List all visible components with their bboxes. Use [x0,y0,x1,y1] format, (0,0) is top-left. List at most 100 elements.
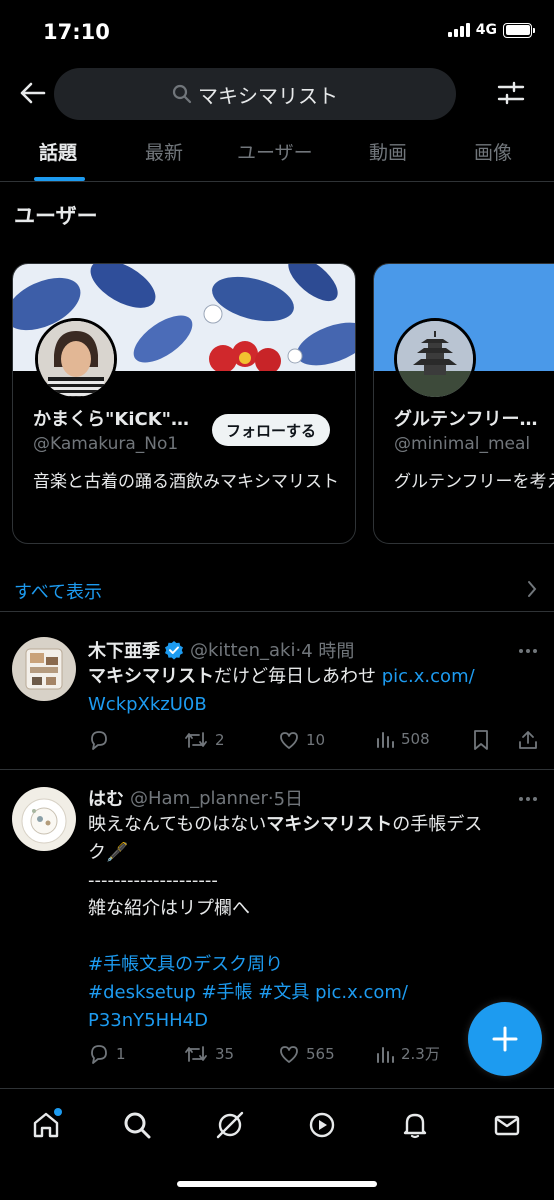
play-circle-icon [309,1112,335,1138]
search-icon [172,84,192,104]
tab-top[interactable]: 話題 [39,138,77,165]
like-button[interactable]: 565 [278,1043,335,1065]
more-options-icon[interactable] [516,645,540,657]
retweet-button[interactable]: 35 [183,1043,234,1065]
more-options-icon[interactable] [516,793,540,805]
search-icon [124,1112,151,1139]
tweet[interactable]: 木下亜季 @kitten_aki · 4 時間 マキシマリストだけど毎日しあわせ… [0,612,554,770]
hashtag-link[interactable]: #手帳文具のデスク周り [88,954,283,975]
sliders-icon [497,81,525,105]
views-button[interactable]: 508 [375,729,430,749]
heart-icon [280,732,298,749]
retweet-count: 35 [215,1045,235,1063]
reply-count: 1 [116,1045,126,1063]
grok-icon [216,1111,244,1139]
notification-dot [54,1108,62,1116]
compose-button[interactable] [468,1002,542,1076]
nav-video[interactable] [304,1107,340,1143]
author-name[interactable]: はむ [88,785,124,811]
tweet-actions: 2 10 508 [88,729,542,755]
nav-home[interactable] [28,1107,64,1143]
nav-search[interactable] [119,1107,155,1143]
avatar[interactable] [12,637,76,701]
search-query: マキシマリスト [198,83,338,108]
author-handle[interactable]: @kitten_aki [190,640,295,661]
user-bio: 音楽と古着の踊る酒飲みマキシマリスト [33,472,339,492]
like-count: 10 [306,731,326,749]
author-handle[interactable]: @Ham_planner [130,788,268,809]
bookmark-button[interactable] [472,729,490,751]
tweet-text-part: -------------------- [88,870,218,891]
heart-icon [280,1046,298,1063]
nav-grok[interactable] [212,1107,248,1143]
back-arrow-icon [20,82,46,104]
view-count: 508 [401,730,430,748]
show-all-users-link[interactable]: すべて表示 [0,566,554,612]
tweet-header: 木下亜季 @kitten_aki · 4 時間 [88,637,354,663]
avatar[interactable] [394,318,476,400]
plus-icon [492,1026,518,1052]
share-button[interactable] [518,729,538,751]
tab-latest[interactable]: 最新 [145,138,183,165]
reply-icon [91,731,107,750]
tweet-text-part: ク🖋️ [88,842,129,863]
avatar[interactable] [35,318,117,400]
retweet-icon [185,732,207,748]
tweet-text-part: の手帳デス [392,814,483,835]
user-bio: グルテンフリーを考えるのが大変に [394,472,554,492]
tweet-text: マキシマリストだけど毎日しあわせ pic.x.com/ WckpXkzU0B [88,663,528,719]
user-handle: @minimal_meal [394,434,531,454]
search-settings-button[interactable] [494,76,528,110]
search-tabs: 話題 最新 ユーザー 動画 画像 [0,124,554,182]
media-link[interactable]: P33nY5HH4D [88,1010,208,1031]
tab-images[interactable]: 画像 [474,138,512,165]
media-link[interactable]: pic.x.com/ [309,982,408,1003]
view-count: 2.3万 [401,1045,440,1063]
reply-button[interactable] [88,729,116,751]
status-indicators: 4G [447,22,535,38]
tweet-time: 5日 [273,789,304,810]
home-indicator [177,1181,377,1187]
show-all-label: すべて表示 [14,582,103,603]
battery-icon [503,22,535,38]
media-link[interactable]: pic.x.com/ [382,666,475,687]
user-card[interactable]: かまくら"KiCK"… フォローする @Kamakura_No1 音楽と古着の踊… [12,263,356,544]
retweet-button[interactable]: 2 [183,729,225,751]
share-icon [519,731,537,749]
reply-button[interactable]: 1 [88,1043,126,1065]
hashtag-link[interactable]: #desksetup #手帳 #文具 [88,982,309,1003]
keyword-highlight: マキシマリスト [266,814,393,835]
tweet-text-part: 映えなんてものはない [88,814,267,835]
user-name: グルテンフリー… [394,409,538,430]
users-section-title: ユーザー [14,204,98,228]
bell-icon [403,1113,427,1139]
views-button[interactable]: 2.3万 [375,1043,440,1064]
retweet-icon [185,1046,207,1062]
tab-videos[interactable]: 動画 [369,138,407,165]
follow-button[interactable]: フォローする [212,414,331,446]
back-button[interactable] [16,76,50,110]
tweet-time: 4 時間 [301,641,355,662]
avatar[interactable] [12,787,76,851]
nav-messages[interactable] [489,1107,525,1143]
media-link[interactable]: WckpXkzU0B [88,694,207,715]
tweet-header: はむ @Ham_planner · 5日 [88,785,303,811]
like-count: 565 [306,1045,335,1063]
like-button[interactable]: 10 [278,729,325,751]
tweet-text-part: 雑な紹介はリプ欄へ [88,898,250,919]
bookmark-icon [474,730,488,750]
user-handle: @Kamakura_No1 [33,434,179,454]
status-bar: 17:10 4G [0,0,554,62]
views-chart-icon [377,1046,394,1063]
tab-users[interactable]: ユーザー [237,138,313,165]
views-chart-icon [377,732,394,748]
author-name[interactable]: 木下亜季 [88,637,160,663]
nav-notifications[interactable] [397,1107,433,1143]
user-card[interactable]: グルテンフリー… @minimal_meal グルテンフリーを考えるのが大変に [373,263,554,544]
active-tab-indicator [34,177,85,181]
reply-icon [91,1045,107,1064]
signal-icon [447,23,470,37]
search-input[interactable]: マキシマリスト [54,68,456,120]
network-type: 4G [475,22,497,38]
search-header: マキシマリスト [0,62,554,124]
